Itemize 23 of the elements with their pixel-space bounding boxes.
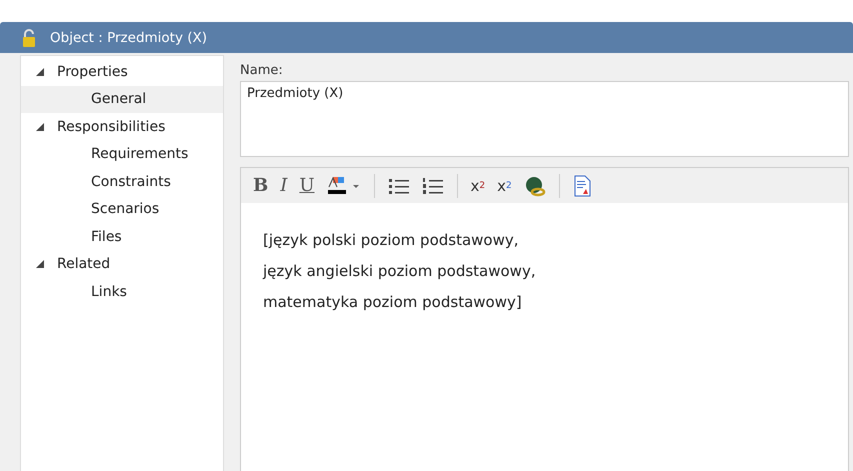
bold-button[interactable]: B (249, 172, 272, 200)
underline-button[interactable]: U (295, 172, 319, 200)
notes-line: język angielski poziom podstawowy, (263, 261, 537, 282)
italic-button[interactable]: I (276, 172, 292, 200)
tree-item[interactable]: Responsibilities (21, 113, 223, 140)
tree-item[interactable]: Properties (21, 58, 223, 86)
expand-icon[interactable] (35, 259, 45, 270)
notes-line: [język polski poziom podstawowy, (263, 230, 520, 251)
window-title: Object : Przedmioty (X) (50, 30, 208, 46)
expand-icon[interactable] (35, 66, 45, 77)
tree-item[interactable]: Constraints (21, 168, 223, 196)
tree-item[interactable]: Files (21, 223, 223, 250)
padlock-icon (22, 28, 36, 46)
expand-icon[interactable] (35, 122, 45, 132)
tree-item[interactable]: General (21, 86, 223, 113)
tree-item[interactable]: Links (21, 278, 223, 306)
name-field[interactable]: Przedmioty (X) (240, 81, 849, 157)
tree-item[interactable]: Requirements (21, 140, 223, 168)
tree-item[interactable]: Related (21, 250, 223, 278)
superscript-button[interactable]: x$^{2}$ (466, 172, 490, 200)
notes-line: matematyka poziom podstawowy] (263, 292, 523, 313)
tree-item[interactable]: Scenarios (21, 196, 223, 223)
name-label: Name: (240, 63, 284, 78)
